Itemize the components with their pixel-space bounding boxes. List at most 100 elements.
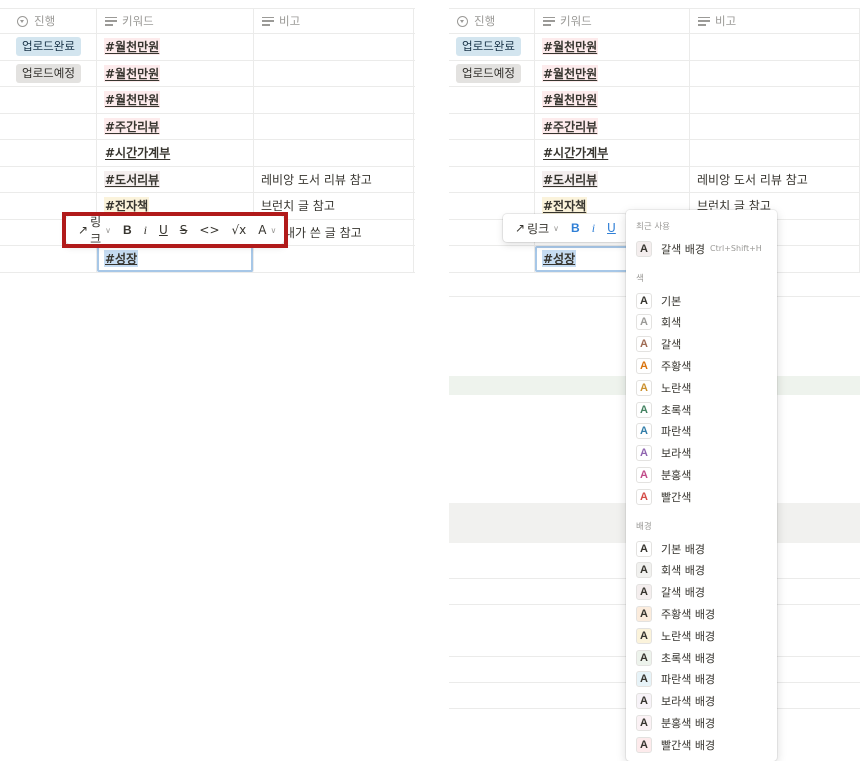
column-header-keyword[interactable]: 키워드 (97, 9, 254, 33)
menu-item-background-color[interactable]: A 노란색 배경 (626, 625, 777, 647)
color-swatch-icon: A (636, 736, 652, 753)
menu-item-background-color[interactable]: A 파란색 배경 (626, 669, 777, 691)
table-row[interactable]: #도서리뷰 레비앙 도서 리뷰 참고 (449, 166, 860, 193)
table-row[interactable]: 업로드예정 #월천만원 (449, 60, 860, 87)
table-row[interactable]: #시간가계부 (0, 140, 415, 167)
status-cell[interactable] (9, 87, 97, 113)
status-cell[interactable] (9, 166, 97, 192)
menu-item-background-color[interactable]: A 기본 배경 (626, 538, 777, 560)
note-cell[interactable]: 레비앙 도서 리뷰 참고 (254, 166, 414, 192)
status-cell[interactable]: 업로드예정 (9, 60, 97, 86)
status-cell[interactable] (449, 87, 535, 113)
status-cell[interactable]: 업로드완료 (9, 34, 97, 60)
keyword-cell[interactable]: #월천만원 (535, 60, 690, 86)
menu-section-text-color: 색 (636, 273, 644, 284)
table-row[interactable]: 업로드완료 #월천만원 (449, 34, 860, 61)
menu-item-label: 주황색 (661, 360, 692, 374)
menu-item-text-color[interactable]: A 갈색 (626, 333, 777, 355)
keyword-cell[interactable]: #월천만원 (97, 87, 254, 113)
italic-button[interactable]: i (586, 217, 601, 239)
column-header-note[interactable]: 비고 (254, 9, 414, 33)
note-cell[interactable] (254, 34, 414, 60)
menu-item-recent-brown-bg[interactable]: A 갈색 배경 Ctrl+Shift+H (626, 238, 777, 260)
status-cell[interactable] (9, 113, 97, 139)
column-header-status[interactable]: 진행 (449, 9, 535, 33)
chevron-down-icon: ∨ (553, 223, 560, 233)
keyword-cell[interactable]: #시간가계부 (97, 140, 254, 166)
keyword-cell[interactable]: #도서리뷰 (535, 166, 690, 192)
menu-item-text-color[interactable]: A 회색 (626, 312, 777, 334)
keyword-cell[interactable]: #월천만원 (535, 87, 690, 113)
note-cell[interactable] (254, 140, 414, 166)
column-header-status[interactable]: 진행 (9, 9, 97, 33)
note-cell[interactable] (690, 60, 860, 86)
menu-item-background-color[interactable]: A 분홍색 배경 (626, 712, 777, 734)
table-row[interactable]: #월천만원 (0, 87, 415, 114)
menu-item-text-color[interactable]: A 분홍색 (626, 464, 777, 486)
table-row[interactable]: #시간가계부 (449, 140, 860, 167)
menu-item-background-color[interactable]: A 보라색 배경 (626, 690, 777, 712)
note-cell[interactable] (254, 60, 414, 86)
table-row[interactable]: #월천만원 (449, 87, 860, 114)
menu-item-text-color[interactable]: A 주황색 (626, 355, 777, 377)
column-header-keyword[interactable]: 키워드 (535, 9, 690, 33)
keyword-cell-editing[interactable]: #성장 (97, 246, 254, 272)
keyword-cell[interactable]: #월천만원 (97, 34, 254, 60)
menu-item-label: 파란색 (661, 425, 692, 439)
keyword-cell[interactable]: #시간가계부 (535, 140, 690, 166)
column-header-note[interactable]: 비고 (690, 9, 860, 33)
table-row[interactable]: 업로드완료 #월천만원 (0, 34, 415, 61)
keyword-cell[interactable]: #주간리뷰 (535, 113, 690, 139)
note-cell[interactable] (690, 140, 860, 166)
status-cell[interactable] (449, 246, 535, 272)
status-cell[interactable]: 업로드완료 (449, 34, 535, 60)
keyword-cell[interactable]: #도서리뷰 (97, 166, 254, 192)
table-row[interactable]: #도서리뷰 레비앙 도서 리뷰 참고 (0, 166, 415, 193)
status-cell[interactable] (449, 140, 535, 166)
menu-item-text-color[interactable]: A 초록색 (626, 399, 777, 421)
link-button[interactable]: ↗ 링크 ∨ (509, 217, 565, 239)
format-toolbar: ↗ 링크 ∨ B i U (503, 214, 628, 242)
keyword-text: #전자책 (542, 197, 588, 215)
menu-item-background-color[interactable]: A 갈색 배경 (626, 581, 777, 603)
menu-item-background-color[interactable]: A 회색 배경 (626, 560, 777, 582)
status-cell[interactable] (449, 113, 535, 139)
note-cell[interactable] (254, 113, 414, 139)
keyword-cell[interactable]: #월천만원 (535, 34, 690, 60)
menu-item-label: 빨간색 (661, 490, 692, 504)
table-row[interactable]: #주간리뷰 (449, 113, 860, 140)
note-cell[interactable]: 레비앙 도서 리뷰 참고 (690, 166, 860, 192)
note-cell[interactable] (254, 246, 414, 272)
note-cell[interactable] (254, 87, 414, 113)
color-swatch-icon: A (636, 562, 652, 579)
keyword-cell[interactable]: #주간리뷰 (97, 113, 254, 139)
selected-keyword-text[interactable]: #성장 (542, 250, 577, 268)
selected-keyword-text[interactable]: #성장 (104, 250, 139, 268)
table-row[interactable]: 업로드예정 #월천만원 (0, 60, 415, 87)
keyword-text: #도서리뷰 (542, 170, 599, 188)
menu-item-text-color[interactable]: A 빨간색 (626, 486, 777, 508)
keyword-cell[interactable]: #월천만원 (97, 60, 254, 86)
menu-item-background-color[interactable]: A 주황색 배경 (626, 603, 777, 625)
menu-item-background-color[interactable]: A 초록색 배경 (626, 647, 777, 669)
keyword-text: #월천만원 (542, 91, 599, 109)
color-swatch-icon: A (636, 314, 652, 331)
status-cell[interactable] (449, 166, 535, 192)
status-cell[interactable]: 업로드예정 (449, 60, 535, 86)
menu-item-text-color[interactable]: A 파란색 (626, 421, 777, 443)
status-cell[interactable] (9, 246, 97, 272)
table-row[interactable]: #주간리뷰 (0, 113, 415, 140)
status-cell[interactable] (9, 140, 97, 166)
color-swatch-icon: A (636, 715, 652, 732)
note-cell[interactable] (690, 34, 860, 60)
menu-item-background-color[interactable]: A 빨간색 배경 (626, 734, 777, 756)
menu-item-text-color[interactable]: A 기본 (626, 290, 777, 312)
menu-item-text-color[interactable]: A 보라색 (626, 442, 777, 464)
table-row[interactable]: #성장 (0, 246, 415, 273)
note-cell[interactable] (690, 113, 860, 139)
underline-button[interactable]: U (601, 217, 622, 239)
table-header: 진행 키워드 비고 (0, 8, 415, 34)
menu-item-text-color[interactable]: A 노란색 (626, 377, 777, 399)
note-cell[interactable] (690, 87, 860, 113)
bold-button[interactable]: B (565, 217, 586, 239)
